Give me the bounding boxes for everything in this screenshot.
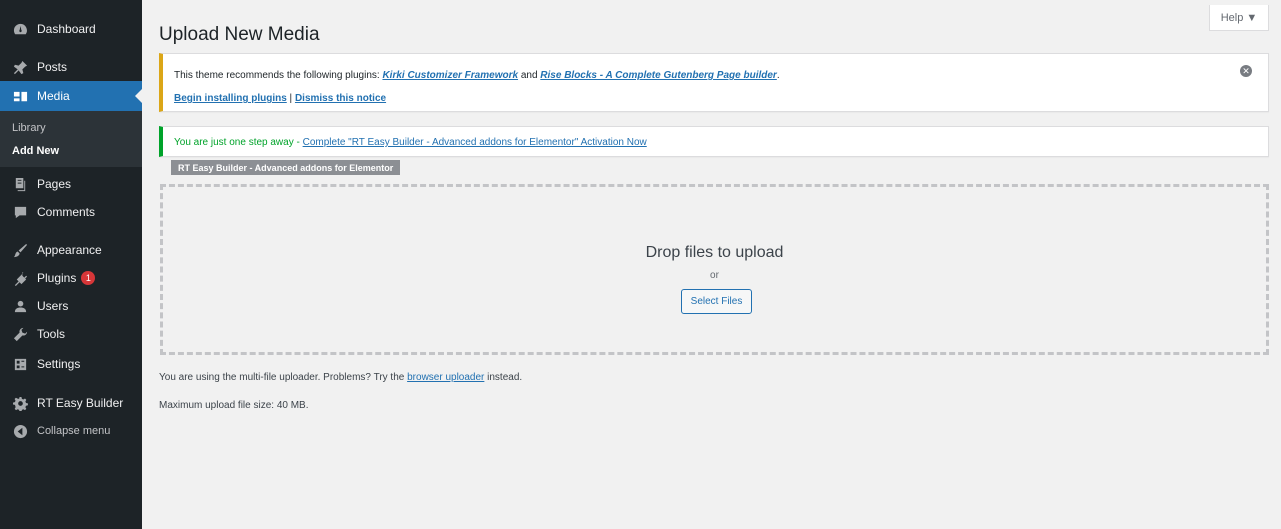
menu-users[interactable]: Users — [0, 292, 142, 320]
brush-icon — [12, 242, 28, 258]
begin-installing-link[interactable]: Begin installing plugins — [174, 93, 287, 104]
menu-comments[interactable]: Comments — [0, 198, 142, 226]
menu-plugins-label: Plugins — [37, 271, 77, 285]
notice-period: . — [776, 70, 780, 81]
activation-notice: You are just one step away - Complete "R… — [159, 126, 1269, 157]
close-icon[interactable]: ✕ — [1240, 65, 1252, 77]
page-title: Upload New Media — [159, 24, 320, 45]
media-submenu — [0, 111, 142, 167]
dismiss-notice-link[interactable]: Dismiss this notice — [295, 93, 386, 104]
admin-sidebar: Dashboard Posts Media Library Add New Pa… — [0, 0, 142, 529]
menu-rt-easy-builder-label: RT Easy Builder — [37, 396, 124, 410]
update-count-badge: 1 — [81, 271, 96, 285]
menu-tools-label: Tools — [37, 327, 66, 341]
activation-message: You are just one step away - Complete "R… — [174, 137, 647, 148]
wrench-icon — [12, 326, 28, 342]
uploader-note-text: You are using the multi-file uploader. P… — [159, 372, 408, 383]
settings-icon — [12, 356, 28, 372]
activation-text: You are just one step away - — [174, 137, 303, 148]
rise-blocks-plugin-link[interactable]: Rise Blocks - A Complete Gutenberg Page … — [540, 70, 777, 81]
plugin-icon — [12, 270, 28, 286]
activation-link[interactable]: Complete "RT Easy Builder - Advanced add… — [303, 137, 647, 148]
notice-actions: Begin installing plugins | Dismiss this … — [174, 93, 386, 104]
collapse-menu-label: Collapse menu — [37, 425, 111, 437]
help-tab-button[interactable]: Help ▼ — [1209, 5, 1269, 31]
menu-settings-label: Settings — [37, 357, 81, 371]
drop-or-text: or — [710, 270, 719, 281]
select-files-button[interactable]: Select Files — [681, 289, 752, 314]
drop-title: Drop files to upload — [645, 244, 784, 261]
drop-zone[interactable]: Drop files to upload or Select Files — [160, 184, 1269, 355]
collapse-menu-button[interactable]: Collapse menu — [0, 417, 142, 445]
menu-pages-label: Pages — [37, 177, 72, 191]
menu-posts[interactable]: Posts — [0, 53, 142, 81]
submenu-add-new[interactable]: Add New — [12, 145, 59, 157]
menu-appearance[interactable]: Appearance — [0, 236, 142, 264]
browser-uploader-link[interactable]: browser uploader — [407, 372, 484, 383]
pages-icon — [12, 176, 28, 192]
plugin-recommendation-notice: This theme recommends the following plug… — [159, 53, 1269, 112]
uploader-note: You are using the multi-file uploader. P… — [159, 372, 522, 383]
menu-comments-label: Comments — [37, 205, 96, 219]
menu-posts-label: Posts — [37, 60, 68, 74]
notice-message: This theme recommends the following plug… — [174, 70, 780, 81]
menu-rt-easy-builder[interactable]: RT Easy Builder — [0, 389, 142, 417]
max-upload-size: Maximum upload file size: 40 MB. — [159, 400, 309, 411]
media-icon — [12, 88, 28, 104]
menu-plugins[interactable]: Plugins 1 — [0, 264, 142, 292]
users-icon — [12, 298, 28, 314]
kirki-plugin-link[interactable]: Kirki Customizer Framework — [382, 70, 518, 81]
plugin-tag-label: RT Easy Builder - Advanced addons for El… — [171, 160, 401, 175]
notice-text: This theme recommends the following plug… — [174, 70, 383, 81]
collapse-icon — [12, 423, 28, 439]
menu-media-label: Media — [37, 89, 70, 103]
menu-appearance-label: Appearance — [37, 243, 102, 257]
menu-users-label: Users — [37, 299, 69, 313]
menu-tools[interactable]: Tools — [0, 320, 142, 348]
menu-pages[interactable]: Pages — [0, 170, 142, 198]
dashboard-icon — [12, 21, 28, 37]
gear-icon — [12, 395, 28, 411]
menu-dashboard[interactable]: Dashboard — [0, 15, 142, 43]
menu-dashboard-label: Dashboard — [37, 22, 96, 36]
menu-media[interactable]: Media — [0, 81, 142, 111]
notice-separator: | — [286, 93, 295, 104]
submenu-library[interactable]: Library — [12, 122, 46, 134]
notice-and: and — [518, 70, 541, 81]
pin-icon — [12, 59, 28, 75]
uploader-note-after: instead. — [484, 372, 523, 383]
menu-settings[interactable]: Settings — [0, 350, 142, 378]
comments-icon — [12, 204, 28, 220]
